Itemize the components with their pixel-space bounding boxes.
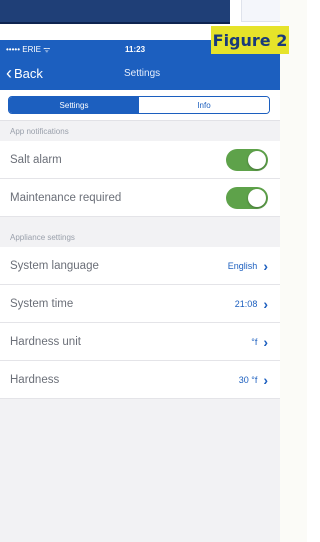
row-hardness-unit[interactable]: Hardness unit °f › [0, 323, 280, 361]
phone-screen: ••••• ERIE ᯤ 11:23 ‹ Back Settings Setti… [0, 40, 280, 542]
status-time: 11:23 [125, 44, 146, 54]
segment-container: Settings Info [0, 90, 280, 121]
section-gap [0, 217, 280, 227]
chevron-right-icon: › [263, 333, 268, 350]
row-value: 30 °f [238, 374, 258, 385]
row-value-link[interactable]: 21:08 › [235, 296, 268, 312]
chevron-left-icon: ‹ [6, 63, 12, 83]
tab-info[interactable]: Info [139, 97, 269, 113]
row-system-language[interactable]: System language English › [0, 247, 280, 285]
section-header-appliance-settings: Appliance settings [0, 227, 280, 247]
figure-label: Figure 2 [211, 26, 289, 54]
salt-alarm-toggle[interactable] [226, 148, 268, 171]
segmented-control: Settings Info [8, 96, 270, 114]
toggle-knob [248, 150, 266, 169]
tab-settings[interactable]: Settings [9, 97, 139, 113]
chevron-right-icon: › [263, 295, 268, 312]
row-system-time[interactable]: System time 21:08 › [0, 285, 280, 323]
back-button[interactable]: ‹ Back [6, 63, 43, 83]
chevron-right-icon: › [263, 371, 268, 388]
carrier-label: ••••• ERIE ᯤ [6, 44, 51, 54]
row-value-link[interactable]: °f › [251, 334, 268, 350]
row-value: English [227, 260, 258, 271]
row-value-link[interactable]: English › [228, 258, 268, 274]
previous-screen-edge [0, 0, 230, 24]
back-label: Back [14, 66, 43, 81]
toggle-knob [248, 188, 266, 207]
page-margin [280, 0, 307, 542]
row-salt-alarm: Salt alarm [0, 141, 280, 179]
row-hardness[interactable]: Hardness 30 °f › [0, 361, 280, 399]
row-label: Hardness unit [10, 335, 81, 348]
row-label: Hardness [10, 373, 60, 386]
row-label: Salt alarm [10, 153, 62, 166]
page-title: Settings [124, 68, 161, 79]
row-label: Maintenance required [10, 191, 122, 204]
nav-bar: ‹ Back Settings [0, 58, 280, 90]
row-value-link[interactable]: 30 °f › [239, 372, 268, 388]
row-label: System time [10, 297, 74, 310]
row-label: System language [10, 259, 99, 272]
row-value: 21:08 [234, 298, 258, 309]
maintenance-required-toggle[interactable] [226, 186, 268, 209]
row-value: °f [251, 336, 258, 347]
section-header-app-notifications: App notifications [0, 121, 280, 141]
row-maintenance-required: Maintenance required [0, 179, 280, 217]
chevron-right-icon: › [263, 257, 268, 274]
wifi-icon: ᯤ [43, 44, 51, 54]
